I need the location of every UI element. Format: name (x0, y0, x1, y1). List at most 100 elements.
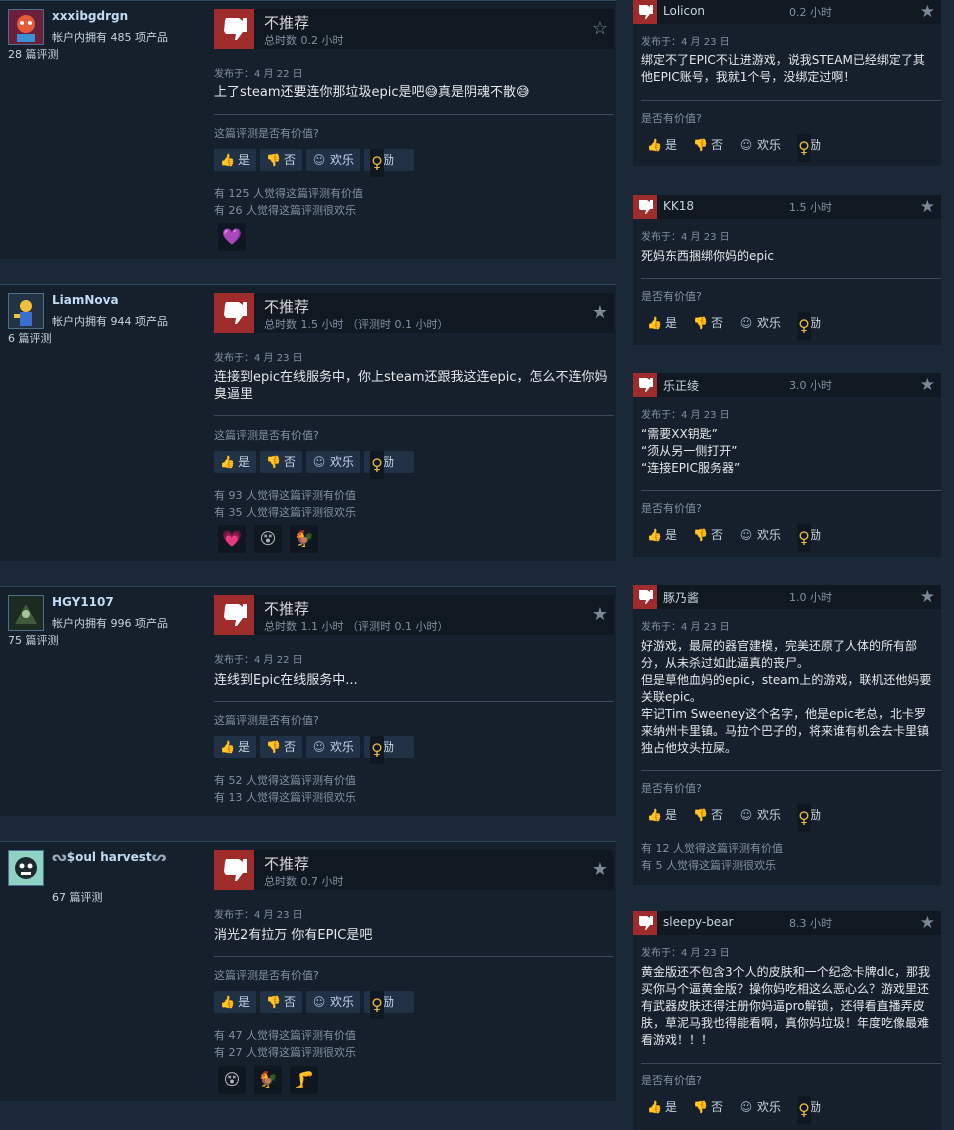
playtime: 1.5 小时 (789, 201, 832, 214)
award-badge[interactable]: 💗 (218, 525, 246, 553)
star-icon[interactable]: ★ (920, 375, 935, 395)
thumbs-down-icon (214, 293, 254, 333)
star-icon[interactable]: ★ (592, 302, 608, 323)
smiley-icon: ☺ (739, 1100, 753, 1114)
vote-yes-button[interactable]: 👍 是 (214, 991, 256, 1013)
award-icon: ♀ (797, 804, 811, 832)
persona-name[interactable]: ᔓ$oul harvestᔕ (52, 850, 166, 865)
playtime: 总时数 0.2 小时 (264, 34, 344, 47)
posted-date: 发布于：4 月 22 日 (214, 69, 303, 80)
review-count[interactable]: 75 篇评测 (8, 632, 59, 648)
vote-funny-button[interactable]: ☺ 欢乐 (306, 149, 360, 171)
playtime: 总时数 1.5 小时 （评测时 0.1 小时） (264, 318, 449, 331)
divider (641, 770, 941, 771)
award-badge[interactable]: 🐓 (254, 1066, 282, 1094)
persona-name[interactable]: xxxibgdrgn (52, 9, 128, 23)
swirl-icon: ᔕ (151, 850, 167, 865)
star-icon[interactable]: ★ (920, 587, 935, 607)
persona-name[interactable]: HGY1107 (52, 595, 114, 609)
review-count[interactable]: 28 篇评测 (8, 46, 59, 62)
vote-yes-button[interactable]: 👍 是 (214, 149, 256, 171)
vote-funny-label: 欢乐 (330, 455, 355, 469)
vote-funny-button[interactable]: ☺ 欢乐 (739, 804, 781, 826)
vote-funny-button[interactable]: ☺ 欢乐 (739, 312, 781, 334)
vote-no-button[interactable]: 👎 否 (693, 1096, 723, 1118)
thumbs-up-icon: 👍 (220, 455, 235, 469)
thumbs-down-icon: 👎 (266, 995, 281, 1009)
star-icon[interactable]: ★ (920, 2, 935, 22)
award-badge[interactable]: 🐓 (290, 525, 318, 553)
short-review-header[interactable]: 乐正绫 3.0 小时 ★ (633, 373, 941, 397)
avatar[interactable] (8, 595, 44, 631)
vote-no-label: 否 (284, 995, 297, 1009)
vote-no-button[interactable]: 👎 否 (693, 312, 723, 334)
short-review-header[interactable]: sleepy-bear 8.3 小时 ★ (633, 911, 941, 935)
reviewer-name[interactable]: sleepy-bear (663, 915, 733, 929)
reviewer-name[interactable]: 乐正绫 (663, 377, 699, 394)
vote-yes-button[interactable]: 👍 是 (647, 1096, 677, 1118)
review-content: 黄金版还不包含3个人的皮肤和一个纪念卡牌dlc，那我买你马个逼黄金版？操你妈吃相… (641, 965, 931, 1047)
avatar[interactable] (8, 9, 44, 45)
vote-funny-button[interactable]: ☺ 欢乐 (306, 451, 360, 473)
star-outline-icon[interactable]: ☆ (592, 18, 608, 39)
award-button[interactable]: ♀奖励 (797, 804, 821, 832)
vote-yes-button[interactable]: 👍 是 (647, 312, 677, 334)
award-badge[interactable]: 🦵 (290, 1066, 318, 1094)
award-badge[interactable]: 😵 (218, 1066, 246, 1094)
star-icon[interactable]: ★ (920, 197, 935, 217)
award-badge[interactable]: 😵 (254, 525, 282, 553)
vote-header[interactable]: 不推荐 总时数 0.2 小时 ☆ (214, 9, 614, 49)
short-review-header[interactable]: 豚乃酱 1.0 小时 ★ (633, 585, 941, 609)
award-button[interactable]: ♀奖励 (797, 524, 821, 552)
thumbs-down-icon (633, 0, 657, 24)
award-button[interactable]: ♀奖励 (364, 149, 414, 177)
vote-funny-button[interactable]: ☺ 欢乐 (739, 1096, 781, 1118)
product-count[interactable]: 帐户内拥有 485 项产品 (52, 29, 168, 45)
vote-no-button[interactable]: 👎 否 (693, 134, 723, 156)
short-review-header[interactable]: KK18 1.5 小时 ★ (633, 195, 941, 219)
star-icon[interactable]: ★ (920, 913, 935, 933)
vote-funny-button[interactable]: ☺ 欢乐 (739, 524, 781, 546)
vote-no-button[interactable]: 👎 否 (260, 451, 302, 473)
vote-no-button[interactable]: 👎 否 (693, 804, 723, 826)
award-icon: ♀ (797, 1096, 811, 1124)
vote-yes-button[interactable]: 👍 是 (214, 736, 256, 758)
reviewer-name[interactable]: Lolicon (663, 4, 705, 18)
product-count[interactable]: 帐户内拥有 996 项产品 (52, 615, 168, 631)
award-button[interactable]: ♀奖励 (797, 1096, 821, 1124)
persona-name[interactable]: LiamNova (52, 293, 119, 307)
star-icon[interactable]: ★ (592, 604, 608, 625)
reviewer-name[interactable]: KK18 (663, 199, 694, 213)
star-icon[interactable]: ★ (592, 859, 608, 880)
review-count[interactable]: 6 篇评测 (8, 330, 52, 346)
vote-yes-button[interactable]: 👍 是 (214, 451, 256, 473)
award-button[interactable]: ♀奖励 (797, 134, 821, 162)
vote-funny-button[interactable]: ☺ 欢乐 (306, 991, 360, 1013)
thumbs-down-icon (633, 585, 657, 609)
vote-funny-button[interactable]: ☺ 欢乐 (739, 134, 781, 156)
vote-no-button[interactable]: 👎 否 (260, 991, 302, 1013)
product-count[interactable]: 帐户内拥有 944 项产品 (52, 313, 168, 329)
reviewer-name[interactable]: 豚乃酱 (663, 589, 699, 606)
vote-yes-button[interactable]: 👍 是 (647, 134, 677, 156)
award-button[interactable]: ♀奖励 (364, 991, 414, 1019)
award-button[interactable]: ♀奖励 (797, 312, 821, 340)
award-badge[interactable]: 💜 (218, 223, 246, 251)
vote-header[interactable]: 不推荐 总时数 0.7 小时 ★ (214, 850, 614, 890)
review-count[interactable]: 67 篇评测 (52, 889, 103, 905)
award-button[interactable]: ♀奖励 (364, 451, 414, 479)
avatar[interactable] (8, 293, 44, 329)
vote-no-button[interactable]: 👎 否 (693, 524, 723, 546)
avatar[interactable] (8, 850, 44, 886)
vote-funny-button[interactable]: ☺ 欢乐 (306, 736, 360, 758)
vote-yes-button[interactable]: 👍 是 (647, 524, 677, 546)
vote-header[interactable]: 不推荐 总时数 1.5 小时 （评测时 0.1 小时） ★ (214, 293, 614, 333)
vote-header[interactable]: 不推荐 总时数 1.1 小时 （评测时 0.1 小时） ★ (214, 595, 614, 635)
vote-no-button[interactable]: 👎 否 (260, 149, 302, 171)
award-button[interactable]: ♀奖励 (364, 736, 414, 764)
vote-no-button[interactable]: 👎 否 (260, 736, 302, 758)
short-review-header[interactable]: Lolicon 0.2 小时 ★ (633, 0, 941, 24)
award-icon: ♀ (370, 149, 384, 177)
vote-yes-button[interactable]: 👍 是 (647, 804, 677, 826)
posted-date: 发布于：4 月 23 日 (641, 622, 730, 633)
